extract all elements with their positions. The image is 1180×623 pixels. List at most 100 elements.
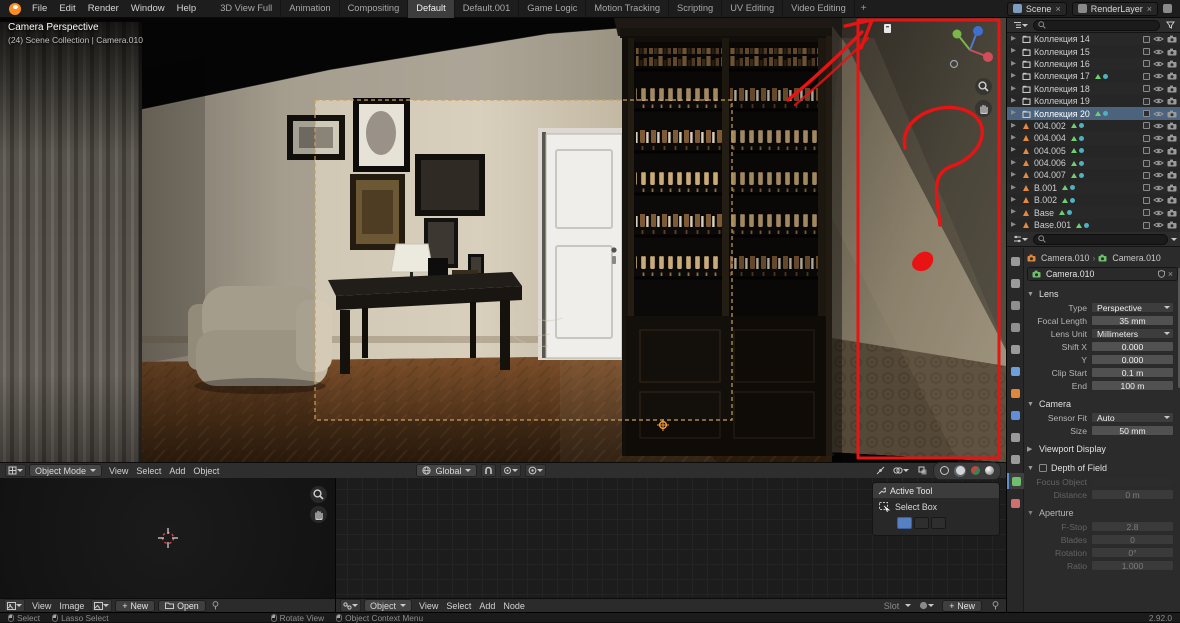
menu-item[interactable]: Render	[82, 2, 125, 15]
node-editor-menu-item[interactable]: Select	[442, 601, 475, 611]
image-editor[interactable]: View Image + New Open	[0, 478, 336, 612]
workspace-tab[interactable]: Game Logic	[519, 0, 587, 18]
disclosure-triangle-icon[interactable]: ▶	[1011, 97, 1018, 105]
properties-tab[interactable]	[1007, 341, 1024, 357]
breadcrumb-object[interactable]: Camera.010	[1041, 253, 1089, 263]
active-tool-panel-header[interactable]: Active Tool	[873, 483, 999, 498]
disable-render-icon[interactable]	[1167, 147, 1178, 155]
disable-render-icon[interactable]	[1167, 97, 1178, 105]
outliner-row[interactable]: ▶ 004.006	[1007, 156, 1180, 170]
outliner-row[interactable]: ▶ Коллекция 18	[1007, 82, 1180, 95]
viewport-3d[interactable]: Camera Perspective (24) Scene Collection…	[0, 18, 1006, 480]
outliner[interactable]: ▶ Коллекция 14 ▶ Коллекция 15 ▶ Коллекци…	[1007, 18, 1180, 232]
property-value[interactable]: Millimeters	[1091, 328, 1174, 339]
outliner-item-label[interactable]: Base	[1034, 208, 1054, 218]
properties-search-input[interactable]	[1033, 233, 1168, 245]
panel-aperture-header[interactable]: ▼ Aperture	[1027, 506, 1178, 520]
selectable-checkbox[interactable]	[1143, 48, 1150, 56]
disable-render-icon[interactable]	[1167, 110, 1178, 118]
node-editor-canvas[interactable]: Active Tool Select Box	[336, 478, 1006, 598]
render-layer-selector[interactable]: RenderLayer ×	[1071, 1, 1158, 16]
properties-tab[interactable]	[1007, 495, 1024, 511]
hide-eye-icon[interactable]	[1153, 85, 1164, 93]
property-value[interactable]: 0.000	[1091, 341, 1174, 352]
viewport-render-region[interactable]: Camera Perspective (24) Scene Collection…	[0, 18, 1006, 462]
outliner-item-label[interactable]: 004.006	[1034, 158, 1066, 168]
disable-render-icon[interactable]	[1167, 48, 1178, 56]
disclosure-triangle-icon[interactable]: ▶	[1011, 196, 1018, 204]
overlays-icon[interactable]	[891, 464, 911, 477]
properties-tab[interactable]	[1007, 253, 1024, 269]
hide-eye-icon[interactable]	[1153, 72, 1164, 80]
disable-render-icon[interactable]	[1167, 209, 1178, 217]
outliner-row[interactable]: ▶ Base.001	[1007, 219, 1180, 231]
disable-render-icon[interactable]	[1167, 60, 1178, 68]
outliner-row[interactable]: ▶ 004.004	[1007, 132, 1180, 145]
menu-item[interactable]: File	[26, 2, 53, 15]
outliner-item-label[interactable]: B.002	[1034, 195, 1057, 205]
image-datablock-icon[interactable]	[91, 599, 113, 612]
property-value[interactable]: Perspective	[1091, 302, 1174, 313]
outliner-item-label[interactable]: Коллекция 19	[1034, 96, 1090, 106]
disable-render-icon[interactable]	[1167, 35, 1178, 43]
shading-rendered-icon[interactable]	[985, 466, 994, 475]
camera-datablock-field[interactable]: Camera.010 ×	[1027, 266, 1178, 281]
disclosure-triangle-icon[interactable]: ▶	[1011, 85, 1018, 93]
property-value[interactable]: 0.1 m	[1091, 367, 1174, 378]
properties-tab[interactable]	[1006, 473, 1024, 489]
material-sphere-icon[interactable]	[917, 599, 936, 612]
property-value[interactable]: Auto	[1091, 412, 1174, 423]
hide-eye-icon[interactable]	[1153, 97, 1164, 105]
outliner-row[interactable]: ▶ Base	[1007, 206, 1180, 219]
workspace-tab[interactable]: Video Editing	[783, 0, 855, 18]
selectable-checkbox[interactable]	[1143, 60, 1150, 68]
properties-tab[interactable]	[1007, 297, 1024, 313]
hand-icon[interactable]	[310, 506, 327, 523]
select-mode-extend[interactable]	[914, 517, 929, 529]
hide-eye-icon[interactable]	[1153, 134, 1164, 142]
viewport-menu-item[interactable]: Select	[132, 466, 165, 476]
outliner-row[interactable]: ▶ B.002	[1007, 194, 1180, 206]
outliner-item-label[interactable]: Коллекция 16	[1034, 59, 1090, 69]
outliner-item-label[interactable]: 004.005	[1034, 146, 1066, 156]
hand-icon[interactable]	[975, 100, 992, 117]
properties-tab[interactable]	[1007, 275, 1024, 291]
outliner-item-label[interactable]: Base.001	[1034, 220, 1071, 230]
outliner-item-label[interactable]: Коллекция 18	[1034, 84, 1090, 94]
disclosure-triangle-icon[interactable]: ▶	[1011, 122, 1018, 130]
image-editor-menu-item[interactable]: Image	[55, 601, 88, 611]
scene-clear-icon[interactable]: ×	[1055, 4, 1060, 14]
xray-icon[interactable]	[915, 464, 929, 477]
selectable-checkbox[interactable]	[1143, 72, 1150, 80]
disable-render-icon[interactable]	[1167, 134, 1178, 142]
node-editor-menu-item[interactable]: Add	[475, 601, 499, 611]
disable-render-icon[interactable]	[1167, 221, 1178, 229]
properties-tab[interactable]	[1007, 407, 1024, 423]
outliner-item-label[interactable]: 004.002	[1034, 121, 1066, 131]
select-mode-subtract[interactable]	[931, 517, 946, 529]
scene-selector[interactable]: Scene ×	[1006, 1, 1067, 16]
property-value[interactable]: 35 mm	[1091, 315, 1174, 326]
property-value[interactable]: 0.000	[1091, 354, 1174, 365]
shading-wireframe-icon[interactable]	[940, 466, 949, 475]
disclosure-triangle-icon[interactable]: ▶	[1011, 159, 1018, 167]
open-image-button[interactable]: Open	[158, 599, 206, 612]
outliner-item-label[interactable]: Коллекция 17	[1034, 71, 1090, 81]
disable-render-icon[interactable]	[1167, 72, 1178, 80]
disable-render-icon[interactable]	[1167, 85, 1178, 93]
workspace-tab[interactable]: 3D View Full	[212, 0, 282, 18]
selectable-checkbox[interactable]	[1143, 97, 1150, 105]
disclosure-triangle-icon[interactable]: ▶	[1011, 60, 1018, 68]
properties-tab[interactable]	[1007, 451, 1024, 467]
editor-outliner-icon[interactable]	[1011, 19, 1030, 32]
outliner-row[interactable]: ▶ Коллекция 17	[1007, 70, 1180, 82]
hide-eye-icon[interactable]	[1153, 184, 1164, 192]
property-value[interactable]: 2.8	[1091, 521, 1174, 532]
outliner-search-input[interactable]	[1033, 19, 1160, 31]
gizmo-icon[interactable]	[873, 464, 887, 477]
editor-image-icon[interactable]	[4, 599, 25, 612]
render-scene[interactable]	[0, 18, 1006, 462]
property-value[interactable]: 0°	[1091, 547, 1174, 558]
outliner-row[interactable]: ▶ Коллекция 16	[1007, 57, 1180, 71]
disclosure-triangle-icon[interactable]: ▶	[1011, 48, 1018, 55]
